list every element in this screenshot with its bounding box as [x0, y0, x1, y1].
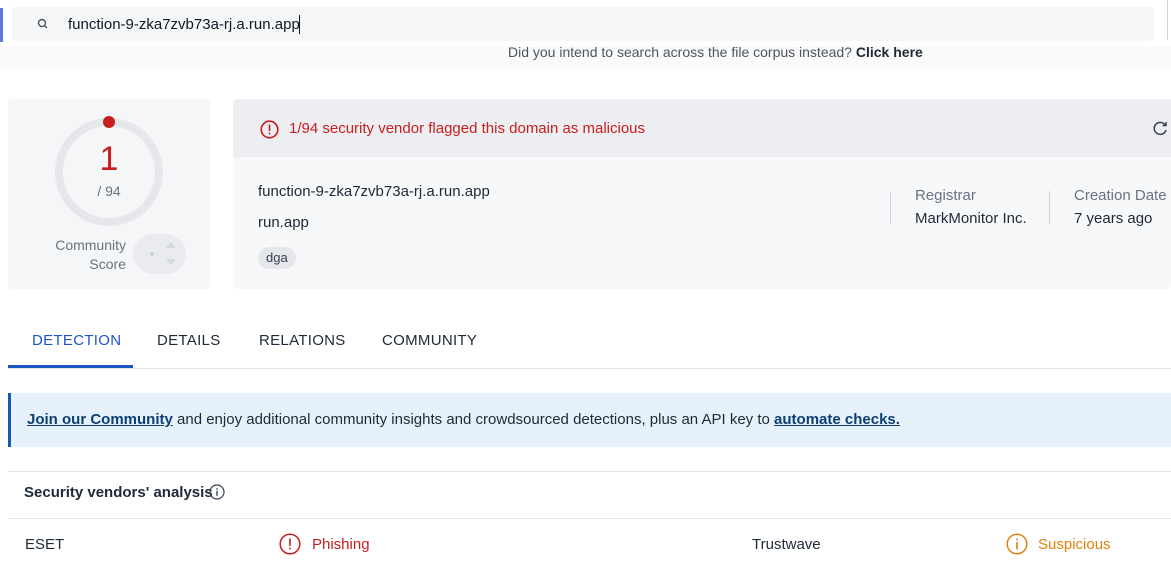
tab-bar: DETECTION DETAILS RELATIONS COMMUNITY: [8, 318, 1171, 369]
community-vote-control[interactable]: [133, 234, 186, 274]
refresh-icon[interactable]: [1153, 121, 1168, 136]
alert-text: 1/94 security vendor flagged this domain…: [289, 120, 646, 137]
corpus-hint: Did you intend to search across the file…: [0, 46, 1171, 68]
community-score-label-line2: Score: [89, 256, 126, 272]
divider: [890, 191, 891, 224]
info-icon[interactable]: [209, 484, 225, 500]
click-here-link[interactable]: Click here: [856, 46, 923, 60]
vendor-result-suspicious: Suspicious: [1038, 536, 1111, 553]
malicious-alert-icon: [279, 533, 301, 555]
registrar-label: Registrar: [915, 187, 976, 204]
community-score-label-line1: Community: [55, 237, 126, 253]
alert-circle-icon: [260, 120, 279, 139]
community-banner: Join our Community and enjoy additional …: [8, 393, 1171, 447]
parent-domain-link[interactable]: run.app: [258, 214, 309, 231]
vote-up-icon[interactable]: [166, 242, 176, 248]
registrar-value: MarkMonitor Inc.: [915, 210, 1027, 227]
search-input[interactable]: [68, 15, 968, 33]
tab-detection[interactable]: DETECTION: [32, 332, 121, 349]
divider: [1049, 191, 1050, 224]
vendors-analysis: Security vendors' analysis ESET Phishing…: [8, 471, 1171, 568]
table-row: ESET Phishing Trustwave Suspicious: [8, 518, 1171, 569]
active-tab-indicator: [8, 365, 133, 368]
score-card: 1 / 94 Community Score: [8, 99, 210, 289]
automate-checks-link[interactable]: automate checks.: [774, 411, 900, 428]
tab-details[interactable]: DETAILS: [157, 332, 221, 349]
join-community-link[interactable]: Join our Community: [27, 411, 173, 428]
focus-accent: [0, 8, 3, 42]
tab-community[interactable]: COMMUNITY: [382, 332, 477, 349]
creation-date-label: Creation Date: [1074, 187, 1167, 204]
suspicious-info-icon: [1006, 533, 1028, 555]
search-box[interactable]: [12, 7, 1154, 41]
vendors-heading: Security vendors' analysis: [24, 484, 213, 501]
corpus-hint-text: Did you intend to search across the file…: [508, 46, 923, 61]
domain-name: function-9-zka7zvb73a-rj.a.run.app: [258, 183, 490, 200]
community-score-label: Community Score: [38, 236, 126, 274]
top-bar: [0, 0, 1171, 46]
corpus-hint-message: Did you intend to search across the file…: [508, 46, 852, 60]
malicious-alert: 1/94 security vendor flagged this domain…: [233, 99, 1171, 157]
banner-middle-text: and enjoy additional community insights …: [172, 411, 775, 428]
neutral-dot-icon: [150, 252, 154, 256]
vendor-result-malicious: Phishing: [312, 536, 370, 553]
tag-dga[interactable]: dga: [258, 247, 296, 269]
scrollbar-edge: [1167, 0, 1168, 40]
vote-down-icon[interactable]: [166, 259, 176, 265]
vendor-name: Trustwave: [752, 536, 821, 553]
creation-date-value: 7 years ago: [1074, 210, 1153, 227]
detection-total: / 94: [97, 183, 121, 199]
banner-text: Join our Community and enjoy additional …: [27, 411, 900, 428]
domain-info-card: 1/94 security vendor flagged this domain…: [233, 99, 1171, 289]
search-icon[interactable]: [34, 15, 52, 33]
text-caret: [299, 15, 300, 34]
tab-relations[interactable]: RELATIONS: [259, 332, 346, 349]
detection-count: 1: [99, 140, 119, 178]
vendor-name: ESET: [25, 536, 65, 553]
